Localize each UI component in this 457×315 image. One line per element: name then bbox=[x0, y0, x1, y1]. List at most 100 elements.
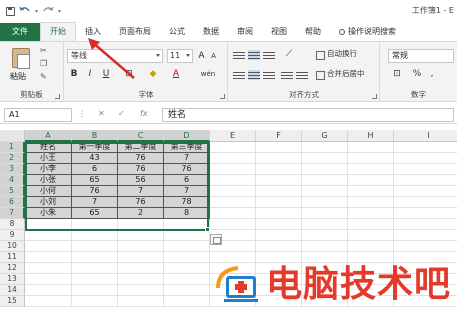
table-cell[interactable]: 78 bbox=[164, 197, 210, 208]
empty-cell[interactable] bbox=[302, 153, 348, 164]
empty-cell[interactable] bbox=[72, 263, 118, 274]
cancel-icon[interactable]: ✕ bbox=[98, 109, 105, 118]
empty-cell[interactable] bbox=[394, 164, 457, 175]
empty-cell[interactable] bbox=[164, 230, 210, 241]
empty-cell[interactable] bbox=[118, 230, 164, 241]
table-cell[interactable]: 65 bbox=[72, 175, 118, 186]
empty-cell[interactable] bbox=[25, 296, 72, 307]
fill-color-icon[interactable]: ◆ bbox=[146, 67, 160, 81]
empty-cell[interactable] bbox=[210, 219, 256, 230]
tab-review[interactable]: 审阅 bbox=[228, 23, 262, 41]
empty-cell[interactable] bbox=[164, 274, 210, 285]
insert-function-icon[interactable]: fx bbox=[140, 109, 148, 118]
empty-cell[interactable] bbox=[302, 186, 348, 197]
row-header[interactable]: 15 bbox=[0, 296, 25, 307]
table-header-cell[interactable]: 第三季度 bbox=[164, 142, 210, 153]
quick-analysis-icon[interactable] bbox=[210, 234, 222, 245]
table-cell[interactable]: 43 bbox=[72, 153, 118, 164]
table-cell[interactable]: 76 bbox=[118, 197, 164, 208]
wrap-text-icon[interactable] bbox=[316, 51, 325, 60]
orientation-icon[interactable]: ⟋ bbox=[281, 47, 297, 61]
table-cell[interactable]: 7 bbox=[164, 186, 210, 197]
redo-icon[interactable] bbox=[42, 6, 54, 16]
empty-cell[interactable] bbox=[210, 197, 256, 208]
row-header[interactable]: 1 bbox=[0, 142, 25, 153]
copy-icon[interactable]: ❐ bbox=[40, 60, 49, 68]
empty-cell[interactable] bbox=[302, 241, 348, 252]
table-cell[interactable]: 小王 bbox=[25, 153, 72, 164]
empty-cell[interactable] bbox=[118, 219, 164, 230]
empty-cell[interactable] bbox=[118, 241, 164, 252]
empty-cell[interactable] bbox=[348, 175, 394, 186]
cut-icon[interactable]: ✂ bbox=[40, 47, 49, 55]
table-cell[interactable]: 76 bbox=[118, 153, 164, 164]
comma-button[interactable]: , bbox=[428, 67, 436, 81]
empty-cell[interactable] bbox=[256, 164, 302, 175]
table-cell[interactable]: 7 bbox=[118, 186, 164, 197]
column-header-b[interactable]: B bbox=[72, 130, 118, 142]
empty-cell[interactable] bbox=[118, 285, 164, 296]
empty-cell[interactable] bbox=[348, 197, 394, 208]
row-header[interactable]: 14 bbox=[0, 285, 25, 296]
column-header-c[interactable]: C bbox=[118, 130, 164, 142]
empty-cell[interactable] bbox=[394, 230, 457, 241]
empty-cell[interactable] bbox=[210, 164, 256, 175]
table-cell[interactable]: 65 bbox=[72, 208, 118, 219]
empty-cell[interactable] bbox=[118, 274, 164, 285]
row-header[interactable]: 3 bbox=[0, 164, 25, 175]
tab-home[interactable]: 开始 bbox=[40, 22, 76, 41]
table-cell[interactable]: 56 bbox=[118, 175, 164, 186]
empty-cell[interactable] bbox=[394, 219, 457, 230]
empty-cell[interactable] bbox=[348, 153, 394, 164]
row-header[interactable]: 7 bbox=[0, 208, 25, 219]
shrink-font-button[interactable]: A bbox=[208, 49, 219, 63]
empty-cell[interactable] bbox=[348, 164, 394, 175]
empty-cell[interactable] bbox=[118, 263, 164, 274]
empty-cell[interactable] bbox=[25, 219, 72, 230]
empty-cell[interactable] bbox=[72, 274, 118, 285]
font-launcher-icon[interactable] bbox=[220, 94, 225, 99]
empty-cell[interactable] bbox=[164, 241, 210, 252]
row-header[interactable]: 10 bbox=[0, 241, 25, 252]
column-header-d[interactable]: D bbox=[164, 130, 210, 142]
dropdown-caret-icon[interactable]: ▾ bbox=[35, 8, 38, 15]
empty-cell[interactable] bbox=[394, 208, 457, 219]
table-header-cell[interactable]: 第一季度 bbox=[72, 142, 118, 153]
undo-icon[interactable] bbox=[19, 6, 31, 16]
empty-cell[interactable] bbox=[394, 241, 457, 252]
empty-cell[interactable] bbox=[302, 208, 348, 219]
empty-cell[interactable] bbox=[72, 230, 118, 241]
empty-cell[interactable] bbox=[256, 219, 302, 230]
empty-cell[interactable] bbox=[394, 186, 457, 197]
empty-cell[interactable] bbox=[118, 296, 164, 307]
table-cell[interactable]: 7 bbox=[164, 153, 210, 164]
empty-cell[interactable] bbox=[72, 241, 118, 252]
empty-cell[interactable] bbox=[394, 142, 457, 153]
increase-indent-icon[interactable] bbox=[296, 70, 308, 80]
table-cell[interactable]: 小刘 bbox=[25, 197, 72, 208]
empty-cell[interactable] bbox=[25, 274, 72, 285]
align-top-icon[interactable] bbox=[233, 50, 245, 60]
grow-font-button[interactable]: A bbox=[196, 49, 207, 63]
table-cell[interactable]: 8 bbox=[164, 208, 210, 219]
row-header[interactable]: 2 bbox=[0, 153, 25, 164]
align-center-icon[interactable] bbox=[248, 70, 260, 80]
column-header-i[interactable]: I bbox=[394, 130, 457, 142]
empty-cell[interactable] bbox=[348, 186, 394, 197]
row-header[interactable]: 4 bbox=[0, 175, 25, 186]
tab-formulas[interactable]: 公式 bbox=[160, 23, 194, 41]
empty-cell[interactable] bbox=[210, 186, 256, 197]
table-cell[interactable]: 2 bbox=[118, 208, 164, 219]
empty-cell[interactable] bbox=[256, 197, 302, 208]
empty-cell[interactable] bbox=[256, 230, 302, 241]
font-color-button[interactable]: A bbox=[170, 67, 182, 81]
empty-cell[interactable] bbox=[394, 197, 457, 208]
number-format-select[interactable]: 常规 bbox=[388, 49, 454, 63]
align-middle-icon[interactable] bbox=[248, 50, 260, 60]
align-bottom-icon[interactable] bbox=[263, 50, 275, 60]
empty-cell[interactable] bbox=[256, 186, 302, 197]
table-cell[interactable]: 6 bbox=[164, 175, 210, 186]
empty-cell[interactable] bbox=[302, 164, 348, 175]
font-size-select[interactable]: 11 bbox=[167, 49, 193, 63]
clipboard-launcher-icon[interactable] bbox=[55, 94, 60, 99]
